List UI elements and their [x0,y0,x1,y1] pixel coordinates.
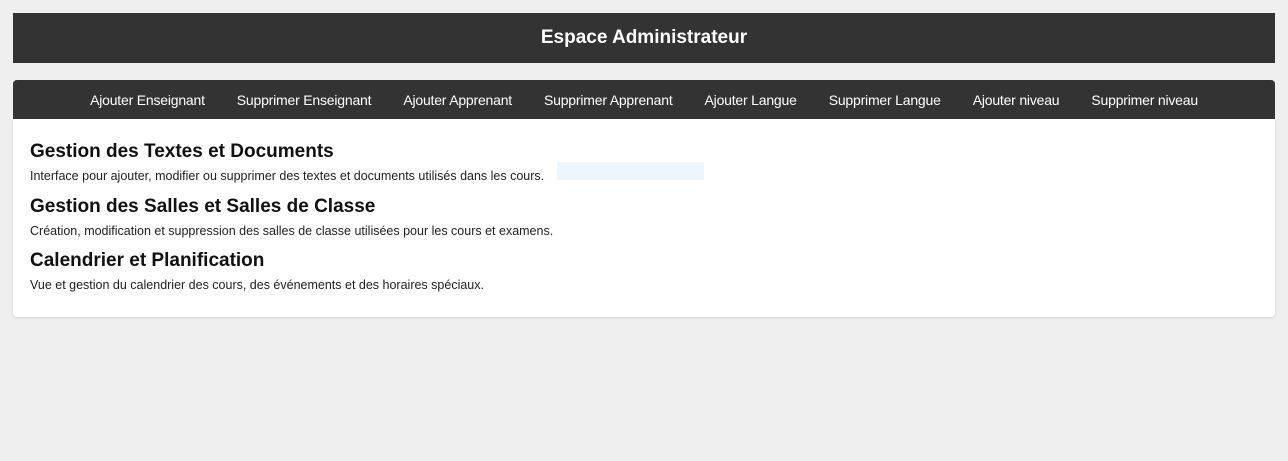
section-description: Interface pour ajouter, modifier ou supp… [30,169,545,183]
section-calendrier: Calendrier et Planification Vue et gesti… [30,250,484,292]
section-description: Vue et gestion du calendrier des cours, … [30,278,484,292]
admin-nav: Ajouter Enseignant Supprimer Enseignant … [13,80,1275,119]
nav-ajouter-enseignant[interactable]: Ajouter Enseignant [74,92,221,108]
section-description: Création, modification et suppression de… [30,224,554,238]
page-title: Espace Administrateur [540,27,748,48]
snip-overlay [557,162,704,180]
section-salles: Gestion des Salles et Salles de Classe C… [30,196,553,238]
nav-supprimer-niveau[interactable]: Supprimer niveau [1075,92,1214,108]
nav-supprimer-enseignant[interactable]: Supprimer Enseignant [221,92,388,108]
nav-ajouter-langue[interactable]: Ajouter Langue [689,92,813,108]
section-title: Gestion des Textes et Documents [30,141,334,162]
nav-supprimer-apprenant[interactable]: Supprimer Apprenant [528,92,689,108]
admin-page: Espace Administrateur Ajouter Enseignant… [0,0,1288,461]
section-title: Calendrier et Planification [30,250,265,271]
content-panel: Gestion des Textes et Documents Interfac… [13,119,1275,317]
nav-supprimer-langue[interactable]: Supprimer Langue [813,92,957,108]
page-header: Espace Administrateur [13,13,1275,63]
nav-ajouter-niveau[interactable]: Ajouter niveau [957,92,1076,108]
section-title: Gestion des Salles et Salles de Classe [30,196,376,217]
nav-ajouter-apprenant[interactable]: Ajouter Apprenant [387,92,528,108]
section-textes-documents: Gestion des Textes et Documents Interfac… [30,141,544,183]
